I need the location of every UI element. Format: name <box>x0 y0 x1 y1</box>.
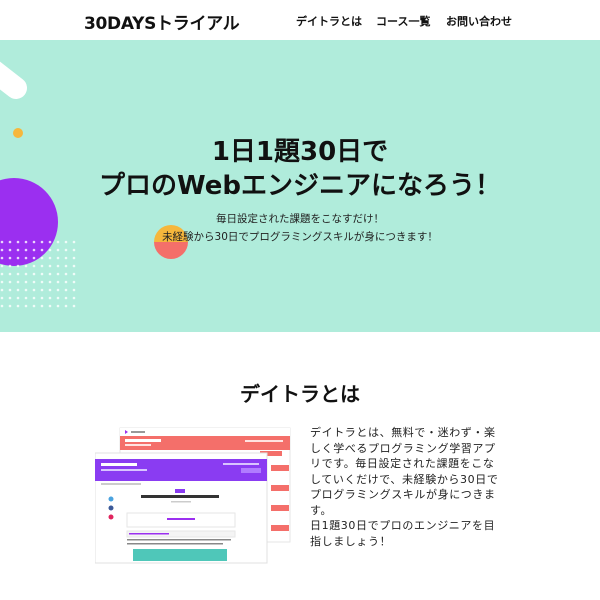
about-line: デイトラとは、無料で・迷わず・楽 <box>310 426 496 439</box>
about-section-title: デイトラとは <box>240 382 360 406</box>
about-line: していくだけで、未経験から30日で <box>310 472 499 486</box>
app-screenshot-image <box>95 427 291 564</box>
hero-title-line2: プロのWebエンジニアになろう！ <box>99 171 501 201</box>
about-line: しく学べるプログラミング学習アプ <box>310 441 496 455</box>
about-line: 日1題30日でプロのエンジニアを目 <box>310 519 496 532</box>
white-stroke-shape <box>0 61 27 99</box>
site-header: 30DAYSトライアル デイトラとは コース一覧 お問い合わせ <box>0 0 600 40</box>
hero-section: 1日1題30日で プロのWebエンジニアになろう！ 毎日設定された課題をこなすだ… <box>0 40 600 332</box>
hero-subtitle-line1: 毎日設定された課題をこなすだけ！ <box>216 213 384 225</box>
about-line: 指しましょう！ <box>310 534 392 548</box>
dot-pattern <box>0 240 80 308</box>
nav-link-about[interactable]: デイトラとは <box>296 13 362 29</box>
hero-title-line1: 1日1題30日で <box>211 137 389 167</box>
about-line: す。 <box>310 503 333 517</box>
site-logo[interactable]: 30DAYSトライアル <box>84 9 240 34</box>
hero-subtitle-line2: 未経験から30日でプログラミングスキルが身につきます！ <box>162 231 438 243</box>
about-line: プログラミングスキルが身につきま <box>310 488 496 501</box>
nav-link-contact[interactable]: お問い合わせ <box>446 13 512 29</box>
about-line: リです。毎日設定された課題をこな <box>310 457 495 470</box>
nav-link-courses[interactable]: コース一覧 <box>376 13 430 29</box>
about-description: デイトラとは、無料で・迷わず・楽 しく学べるプログラミング学習アプ リです。毎日… <box>310 425 510 549</box>
